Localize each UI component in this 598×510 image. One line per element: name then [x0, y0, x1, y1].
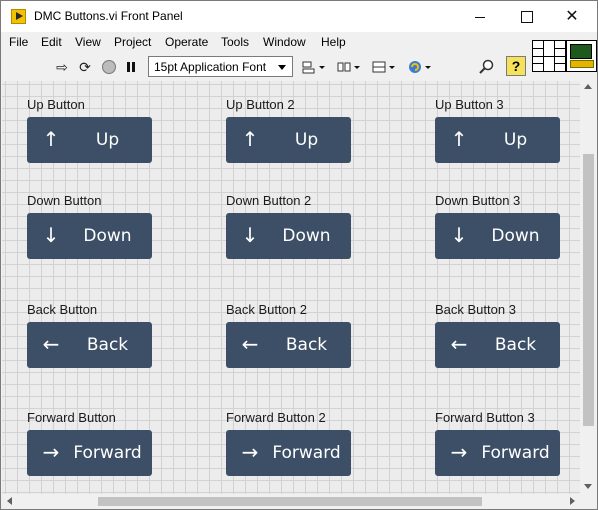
button-text: Up [503, 130, 528, 150]
arrow-left-icon: ← [241, 332, 259, 356]
horizontal-scroll-thumb[interactable] [98, 497, 482, 506]
pause-icon[interactable] [123, 59, 139, 75]
arrow-down-icon: ↓ [450, 223, 468, 247]
run-arrow-icon[interactable]: ⇨ [54, 59, 70, 75]
toolbar: ⇨ ⟳ 15pt Application Font [1, 53, 531, 79]
up-button-2[interactable]: ↑ Up [226, 117, 351, 163]
menu-help[interactable]: Help [321, 35, 346, 49]
menu-edit[interactable]: Edit [41, 35, 62, 49]
down-button-3-label: Down Button 3 [435, 193, 521, 208]
forward-button-2-label: Forward Button 2 [226, 410, 326, 425]
arrow-up-icon: ↑ [241, 127, 259, 151]
forward-button-label: Forward Button [27, 410, 116, 425]
back-button-label: Back Button [27, 302, 98, 317]
menu-project[interactable]: Project [114, 35, 151, 49]
scroll-right-icon[interactable] [570, 497, 575, 505]
menu-view[interactable]: View [75, 35, 101, 49]
front-panel-window: DMC Buttons.vi Front Panel ✕ File Edit V… [0, 0, 598, 510]
title-bar: DMC Buttons.vi Front Panel ✕ [1, 1, 597, 32]
down-button[interactable]: ↓ Down [27, 213, 152, 259]
arrow-up-icon: ↑ [42, 127, 60, 151]
arrow-left-icon: ← [450, 332, 468, 356]
arrow-down-icon: ↓ [42, 223, 60, 247]
run-continuously-icon[interactable]: ⟳ [77, 59, 93, 75]
window-title: DMC Buttons.vi Front Panel [34, 9, 183, 23]
forward-button-2[interactable]: → Forward [226, 430, 351, 476]
align-objects-icon[interactable] [301, 59, 327, 75]
button-text: Down [83, 226, 132, 246]
vertical-scroll-thumb[interactable] [583, 154, 594, 426]
back-button-3-label: Back Button 3 [435, 302, 516, 317]
resize-objects-icon[interactable] [371, 59, 397, 75]
connector-pane[interactable] [532, 40, 566, 72]
maximize-button[interactable] [503, 1, 549, 32]
back-button[interactable]: ← Back [27, 322, 152, 368]
up-button-3-label: Up Button 3 [435, 97, 504, 112]
vertical-scrollbar[interactable] [580, 79, 597, 494]
font-select-value: 15pt Application Font [154, 60, 267, 74]
arrow-left-icon: ← [42, 332, 60, 356]
font-select[interactable]: 15pt Application Font [148, 56, 293, 77]
arrow-right-icon: → [450, 440, 468, 464]
scrollbar-corner [580, 494, 597, 509]
forward-button[interactable]: → Forward [27, 430, 152, 476]
minimize-button[interactable] [457, 1, 503, 32]
button-text: Forward [272, 443, 341, 463]
menu-tools[interactable]: Tools [221, 35, 249, 49]
arrow-right-icon: → [42, 440, 60, 464]
forward-button-3-label: Forward Button 3 [435, 410, 535, 425]
menu-file[interactable]: File [9, 35, 28, 49]
up-button[interactable]: ↑ Up [27, 117, 152, 163]
close-button[interactable]: ✕ [549, 1, 595, 32]
down-button-2-label: Down Button 2 [226, 193, 312, 208]
menu-window[interactable]: Window [263, 35, 306, 49]
button-text: Up [294, 130, 319, 150]
button-text: Up [95, 130, 120, 150]
down-button-3[interactable]: ↓ Down [435, 213, 560, 259]
distribute-objects-icon[interactable] [336, 59, 362, 75]
horizontal-scrollbar[interactable] [2, 494, 580, 509]
arrow-down-icon: ↓ [241, 223, 259, 247]
down-button-label: Down Button [27, 193, 102, 208]
button-text: Back [494, 335, 537, 355]
vi-icon[interactable] [566, 40, 597, 72]
search-icon[interactable] [477, 59, 497, 75]
button-text: Back [86, 335, 129, 355]
scroll-down-icon[interactable] [584, 484, 592, 489]
up-button-label: Up Button [27, 97, 85, 112]
back-button-2-label: Back Button 2 [226, 302, 307, 317]
reorder-icon[interactable] [407, 59, 433, 75]
button-text: Back [285, 335, 328, 355]
button-text: Forward [73, 443, 142, 463]
arrow-up-icon: ↑ [450, 127, 468, 151]
button-text: Forward [481, 443, 550, 463]
down-button-2[interactable]: ↓ Down [226, 213, 351, 259]
up-button-3[interactable]: ↑ Up [435, 117, 560, 163]
arrow-right-icon: → [241, 440, 259, 464]
scroll-left-icon[interactable] [7, 497, 12, 505]
menu-bar: File Edit View Project Operate Tools Win… [1, 32, 531, 53]
scroll-up-icon[interactable] [584, 84, 592, 89]
context-help-icon[interactable]: ? [506, 56, 526, 76]
forward-button-3[interactable]: → Forward [435, 430, 560, 476]
menu-operate[interactable]: Operate [165, 35, 208, 49]
labview-app-icon [11, 9, 26, 24]
front-panel: Up Button ↑ Up Up Button 2 ↑ Up Up Butto… [2, 81, 580, 494]
abort-icon[interactable] [101, 59, 117, 75]
button-text: Down [491, 226, 540, 246]
chevron-down-icon [278, 65, 286, 70]
button-text: Down [282, 226, 331, 246]
back-button-3[interactable]: ← Back [435, 322, 560, 368]
up-button-2-label: Up Button 2 [226, 97, 295, 112]
back-button-2[interactable]: ← Back [226, 322, 351, 368]
